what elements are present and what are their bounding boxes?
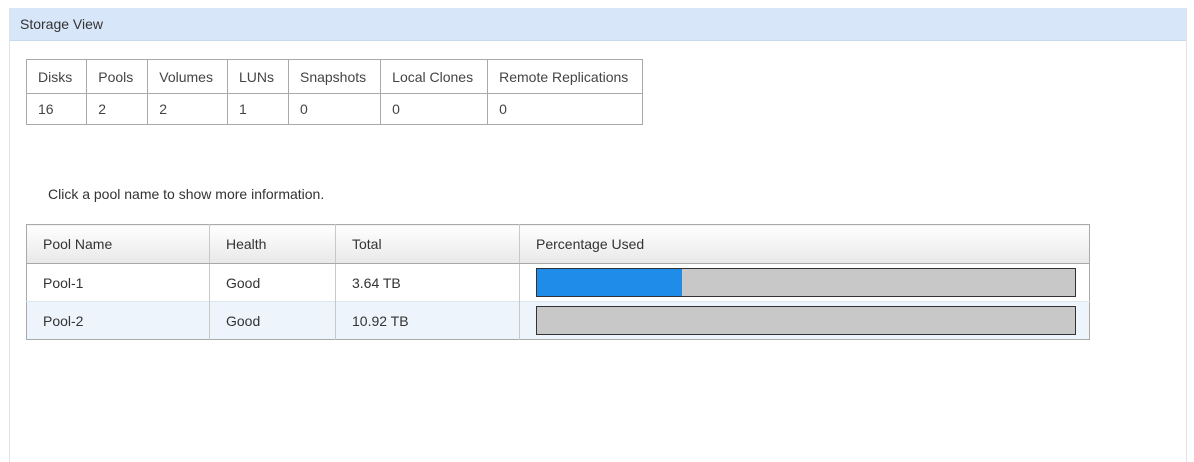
summary-value-pools: 2 bbox=[86, 93, 149, 125]
storage-summary-table: Disks Pools Volumes LUNs Snapshots Local… bbox=[25, 59, 644, 125]
summary-value-row: 16 2 2 1 0 0 0 bbox=[25, 93, 644, 125]
table-row[interactable]: Pool-1 Good 3.64 TB bbox=[26, 263, 1090, 302]
summary-header-local-clones: Local Clones bbox=[380, 59, 489, 94]
usage-progress-bar bbox=[536, 268, 1076, 297]
summary-header-luns: LUNs bbox=[226, 59, 289, 94]
panel-title: Storage View bbox=[10, 8, 1186, 41]
pool-health-status: Good bbox=[209, 301, 336, 340]
table-row[interactable]: Pool-2 Good 10.92 TB bbox=[26, 301, 1090, 340]
pools-header-row: Pool Name Health Total Percentage Used bbox=[26, 224, 1090, 264]
pool-usage-cell bbox=[519, 301, 1090, 340]
usage-progress-fill bbox=[537, 269, 683, 296]
summary-value-volumes: 2 bbox=[147, 93, 228, 125]
pools-header-health[interactable]: Health bbox=[209, 224, 336, 264]
summary-header-pools: Pools bbox=[86, 59, 149, 94]
pools-header-name[interactable]: Pool Name bbox=[26, 224, 210, 264]
summary-header-remote-replications: Remote Replications bbox=[487, 59, 644, 94]
pools-header-percentage-used[interactable]: Percentage Used bbox=[519, 224, 1090, 264]
pool-total-size: 10.92 TB bbox=[335, 301, 520, 340]
summary-value-snapshots: 0 bbox=[287, 93, 382, 125]
pools-header-total[interactable]: Total bbox=[335, 224, 520, 264]
storage-view-panel: Storage View Disks Pools Volumes LUNs Sn… bbox=[9, 8, 1187, 462]
pool-name-link[interactable]: Pool-2 bbox=[26, 301, 210, 340]
summary-header-disks: Disks bbox=[25, 59, 88, 94]
usage-progress-bar bbox=[536, 306, 1076, 335]
summary-value-local-clones: 0 bbox=[380, 93, 489, 125]
pool-name-link[interactable]: Pool-1 bbox=[26, 263, 210, 302]
pools-table: Pool Name Health Total Percentage Used P… bbox=[26, 224, 1090, 340]
summary-value-remote-replications: 0 bbox=[487, 93, 644, 125]
pool-health-status: Good bbox=[209, 263, 336, 302]
pool-hint-text: Click a pool name to show more informati… bbox=[48, 186, 325, 202]
pool-usage-cell bbox=[520, 264, 1090, 302]
summary-value-disks: 16 bbox=[25, 93, 88, 125]
summary-header-row: Disks Pools Volumes LUNs Snapshots Local… bbox=[25, 59, 644, 94]
pool-total-size: 3.64 TB bbox=[335, 263, 520, 302]
summary-value-luns: 1 bbox=[226, 93, 289, 125]
summary-header-snapshots: Snapshots bbox=[287, 59, 382, 94]
summary-header-volumes: Volumes bbox=[147, 59, 228, 94]
